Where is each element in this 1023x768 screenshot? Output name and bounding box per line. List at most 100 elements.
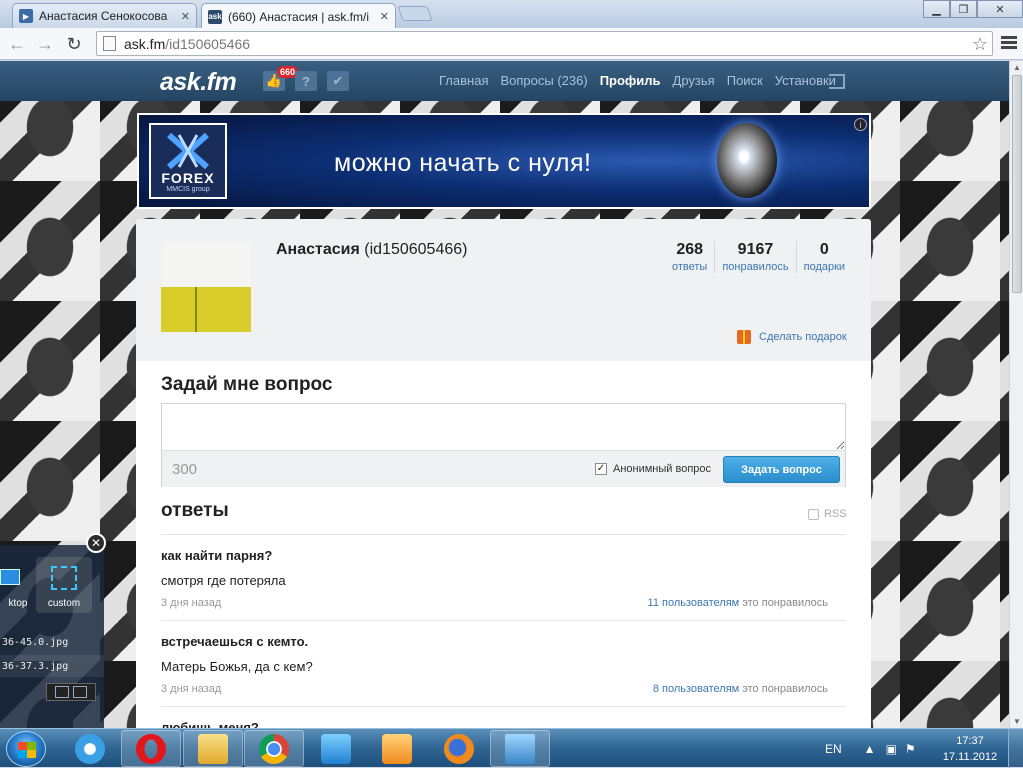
ask-question-button[interactable]: Задать вопрос (723, 456, 840, 483)
ask-question-heading: Задай мне вопрос (161, 374, 333, 395)
capture-custom-tile[interactable]: custom (36, 557, 92, 613)
capture-file-item[interactable]: 36-45.0.jpg (0, 631, 104, 653)
opera-icon (136, 733, 166, 764)
main-nav: Главная Вопросы (236) Профиль Друзья Пои… (439, 73, 836, 88)
askfm-favicon-icon: ask (208, 9, 222, 24)
monitor-icon (0, 569, 20, 585)
new-tab-button[interactable] (397, 6, 433, 21)
view-toggle[interactable] (46, 683, 96, 701)
make-gift-link[interactable]: Сделать подарок (737, 330, 847, 344)
tab-askfm-profile[interactable]: ask (660) Анастасия | ask.fm/i ✕ (201, 3, 396, 29)
start-button[interactable] (6, 731, 46, 767)
music-note-icon (321, 733, 351, 764)
anonymous-checkbox[interactable]: ✓ Анонимный вопрос (595, 463, 711, 475)
close-window-button[interactable]: ✕ (977, 0, 1023, 18)
scroll-up-icon[interactable]: ▲ (1013, 63, 1021, 72)
likes-users-link[interactable]: 8 пользователям (653, 683, 739, 695)
make-gift-label: Сделать подарок (759, 331, 847, 343)
stat-value: 0 (819, 241, 829, 258)
back-arrow-icon[interactable]: ← (6, 33, 28, 55)
internet-explorer-icon (75, 733, 105, 764)
close-icon[interactable]: ✕ (86, 533, 106, 553)
answer-question[interactable]: встречаешься с кемто. (161, 634, 308, 649)
tray-expand-icon[interactable]: ▲ (864, 742, 876, 756)
taskbar-media-player[interactable] (367, 730, 427, 767)
stat-answers[interactable]: 268 ответы (665, 241, 714, 273)
language-indicator[interactable]: EN (825, 742, 842, 756)
scroll-down-icon[interactable]: ▼ (1013, 717, 1021, 726)
tab-title: Анастасия Сенокосова (39, 9, 168, 23)
profile-name: Анастасия (id150605466) (276, 241, 467, 259)
stat-label: понравилось (722, 261, 789, 273)
answer-likes: 11 пользователям это понравилось (648, 597, 828, 609)
nav-settings[interactable]: Установки (775, 73, 836, 88)
avatar[interactable] (161, 242, 251, 332)
answer-time[interactable]: 3 дня назад (161, 683, 221, 695)
taskbar-ie[interactable] (60, 730, 120, 767)
bookmark-star-icon[interactable]: ☆ (972, 34, 988, 55)
question-input[interactable] (162, 404, 845, 450)
logout-icon[interactable] (829, 74, 845, 89)
answer-time[interactable]: 3 дня назад (161, 597, 221, 609)
nav-friends[interactable]: Друзья (673, 73, 715, 88)
answer-item: как найти парня? смотря где потеряла 3 д… (161, 534, 846, 620)
checkbox-checked-icon[interactable]: ✓ (595, 463, 607, 475)
answers-icon[interactable]: ✔ (327, 71, 349, 91)
restore-button[interactable]: ❐ (950, 0, 977, 18)
likes-suffix: это понравилось (739, 597, 828, 609)
action-center-flag-icon[interactable]: ⚑ (905, 742, 916, 756)
answer-question[interactable]: любишь меня? (161, 720, 259, 728)
grid-view-icon (55, 686, 69, 698)
capture-file-item[interactable]: 36-37.3.jpg (0, 655, 104, 677)
address-bar[interactable]: ask.fm/id150605466 ☆ (96, 31, 993, 56)
nav-questions[interactable]: Вопросы (236) (500, 73, 587, 88)
nav-profile[interactable]: Профиль (600, 73, 661, 88)
taskbar-chrome[interactable] (244, 730, 304, 767)
tile-label: custom (47, 598, 81, 609)
nav-home[interactable]: Главная (439, 73, 488, 88)
askfm-logo[interactable]: ask.fm (160, 68, 237, 97)
picture-viewer-icon (505, 733, 535, 764)
taskbar-music[interactable] (306, 730, 366, 767)
tile-label: ktop (8, 598, 28, 609)
rss-label: RSS (824, 508, 847, 520)
capture-desktop-tile[interactable]: ktop (0, 557, 36, 613)
username: (id150605466) (364, 241, 468, 258)
forex-ad-banner[interactable]: FOREX MMCIS group можно начать с нуля! i (137, 113, 871, 209)
folder-icon (198, 733, 228, 764)
questions-icon[interactable]: ? (295, 71, 317, 91)
stat-gifts[interactable]: 0 подарки (795, 241, 852, 273)
taskbar-opera[interactable] (121, 730, 181, 767)
ask-form-footer: 300 ✓ Анонимный вопрос Задать вопрос (162, 450, 845, 487)
stat-likes[interactable]: 9167 понравилось (714, 241, 795, 273)
page-scrollbar[interactable]: ▲ ▼ (1009, 61, 1023, 728)
ad-info-icon[interactable]: i (854, 118, 867, 131)
minimize-button[interactable]: ▁ (923, 0, 950, 18)
forward-arrow-icon[interactable]: → (34, 33, 56, 55)
likes-users-link[interactable]: 11 пользователям (648, 597, 740, 609)
reload-icon[interactable]: ↻ (63, 33, 85, 55)
browser-menu-icon[interactable] (1001, 34, 1017, 52)
ad-slogan: можно начать с нуля! (334, 149, 592, 177)
page-icon (103, 36, 116, 51)
answer-question[interactable]: как найти парня? (161, 548, 272, 563)
tab-anastasia-senokosova[interactable]: ▶ Анастасия Сенокосова ✕ (12, 3, 197, 28)
anonymous-label: Анонимный вопрос (613, 463, 712, 475)
char-counter: 300 (172, 461, 198, 478)
taskbar-clock[interactable]: 17:37 17.11.2012 (939, 733, 1001, 765)
rss-link[interactable]: RSS (808, 508, 847, 520)
ad-coin-graphic (717, 123, 777, 198)
nav-search[interactable]: Поиск (727, 73, 763, 88)
site-header: ask.fm 👍 660 ? ✔ Главная Вопросы (236) П… (0, 61, 1009, 101)
close-tab-icon[interactable]: ✕ (181, 10, 190, 23)
network-icon[interactable]: ▣ (886, 742, 897, 756)
scrollbar-thumb[interactable] (1012, 75, 1022, 293)
close-tab-icon[interactable]: ✕ (380, 10, 389, 23)
taskbar-picture-viewer[interactable] (490, 730, 550, 767)
taskbar-explorer[interactable] (183, 730, 243, 767)
taskbar-firefox[interactable] (429, 730, 489, 767)
windows-logo-icon (18, 742, 36, 758)
show-desktop-button[interactable] (1008, 729, 1023, 768)
firefox-icon (444, 733, 474, 764)
answer-text: Матерь Божья, да с кем? (161, 659, 313, 674)
